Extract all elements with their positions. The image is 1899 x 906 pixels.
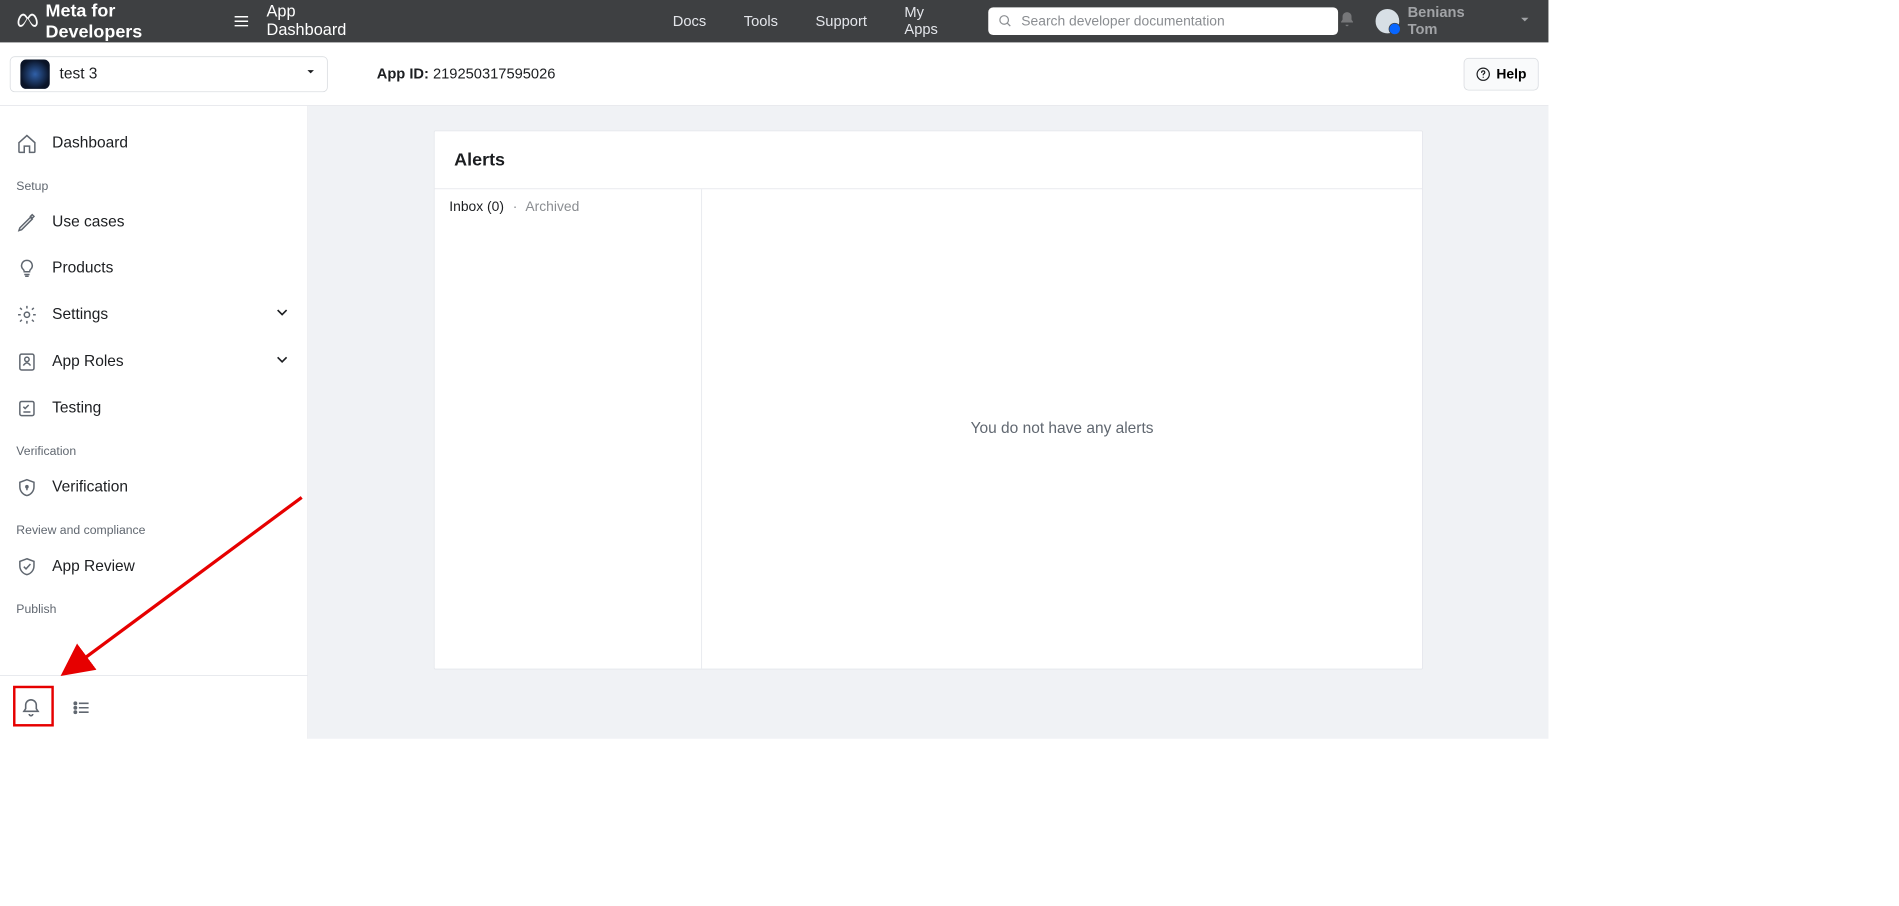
menu-icon bbox=[232, 12, 250, 30]
nav-tools[interactable]: Tools bbox=[744, 13, 778, 30]
sidebar-item-approles[interactable]: App Roles bbox=[0, 338, 307, 385]
checklist-icon bbox=[16, 398, 37, 419]
nav-support[interactable]: Support bbox=[816, 13, 867, 30]
sidebar-item-usecases[interactable]: Use cases bbox=[0, 200, 307, 246]
caret-down-icon bbox=[304, 65, 317, 78]
main-content: Alerts Inbox (0) · Archived You do not h… bbox=[308, 106, 1548, 739]
page-title: App Dashboard bbox=[267, 2, 380, 40]
topbar-right: Benians Tom bbox=[1338, 4, 1532, 38]
app-switcher[interactable]: test 3 bbox=[10, 56, 328, 92]
sidebar-item-appreview[interactable]: App Review bbox=[0, 544, 307, 590]
sidebar-item-label: Use cases bbox=[52, 214, 124, 232]
app-switcher-caret bbox=[304, 65, 317, 82]
search-input[interactable] bbox=[1021, 13, 1328, 29]
topbar-left: Meta for Developers App Dashboard bbox=[16, 0, 379, 42]
sidebar-item-testing[interactable]: Testing bbox=[0, 386, 307, 432]
expand-caret bbox=[273, 303, 291, 326]
brand-text: Meta for Developers bbox=[46, 0, 216, 42]
alerts-sidebar: Inbox (0) · Archived bbox=[435, 189, 702, 668]
sidebar-item-settings[interactable]: Settings bbox=[0, 291, 307, 338]
app-id-value: 219250317595026 bbox=[433, 65, 555, 81]
alerts-tabs: Inbox (0) · Archived bbox=[435, 189, 702, 225]
help-icon bbox=[1476, 66, 1491, 81]
meta-icon bbox=[16, 10, 39, 33]
chevron-down-icon bbox=[273, 303, 291, 321]
inbox-tab[interactable]: Inbox (0) bbox=[449, 199, 504, 214]
app-icon bbox=[20, 59, 49, 88]
sidebar-section-review: Review and compliance bbox=[0, 510, 307, 543]
app-subheader: test 3 App ID: 219250317595026 Help bbox=[0, 42, 1548, 106]
empty-state: You do not have any alerts bbox=[971, 420, 1154, 438]
chevron-down-icon bbox=[273, 351, 291, 369]
meta-logo[interactable]: Meta for Developers bbox=[16, 0, 216, 42]
avatar bbox=[1375, 9, 1399, 33]
separator: · bbox=[513, 199, 518, 214]
sidebar-item-label: Verification bbox=[52, 479, 128, 497]
shield-check-icon bbox=[16, 556, 37, 577]
sidebar-section-verification: Verification bbox=[0, 431, 307, 464]
notifications-button[interactable] bbox=[1338, 10, 1356, 32]
sidebar-section-setup: Setup bbox=[0, 166, 307, 199]
annotation-highlight bbox=[13, 686, 54, 727]
lightbulb-icon bbox=[16, 258, 37, 279]
sidebar-item-label: App Roles bbox=[52, 353, 123, 371]
main-layout: Dashboard Setup Use cases Products Setti… bbox=[0, 106, 1548, 739]
alerts-card: Alerts Inbox (0) · Archived You do not h… bbox=[434, 130, 1423, 669]
sidebar: Dashboard Setup Use cases Products Setti… bbox=[0, 106, 308, 739]
sidebar-item-label: Dashboard bbox=[52, 135, 128, 153]
help-label: Help bbox=[1496, 66, 1526, 82]
alerts-detail: You do not have any alerts bbox=[702, 189, 1422, 668]
chevron-down-icon bbox=[1517, 12, 1532, 27]
top-header: Meta for Developers App Dashboard Docs T… bbox=[0, 0, 1548, 42]
nav-docs[interactable]: Docs bbox=[673, 13, 706, 30]
app-name: test 3 bbox=[60, 65, 295, 83]
sidebar-item-verification[interactable]: Verification bbox=[0, 465, 307, 511]
hamburger-menu[interactable] bbox=[232, 12, 250, 30]
archived-tab[interactable]: Archived bbox=[525, 199, 579, 214]
app-id-label: App ID: bbox=[377, 65, 429, 81]
user-caret[interactable] bbox=[1517, 12, 1532, 31]
sidebar-item-label: Settings bbox=[52, 306, 108, 324]
nav-myapps[interactable]: My Apps bbox=[904, 4, 959, 38]
badge-icon bbox=[16, 351, 37, 372]
top-nav: Docs Tools Support My Apps bbox=[673, 4, 960, 38]
shield-key-icon bbox=[16, 477, 37, 498]
sidebar-item-dashboard[interactable]: Dashboard bbox=[0, 121, 307, 167]
search-box[interactable] bbox=[989, 7, 1338, 35]
alerts-title: Alerts bbox=[435, 131, 1422, 189]
search-icon bbox=[998, 14, 1013, 29]
home-icon bbox=[16, 133, 37, 154]
app-id: App ID: 219250317595026 bbox=[377, 65, 556, 82]
help-button[interactable]: Help bbox=[1464, 57, 1539, 90]
sidebar-nav: Dashboard Setup Use cases Products Setti… bbox=[0, 106, 307, 675]
user-menu[interactable]: Benians Tom bbox=[1375, 4, 1498, 38]
pencil-icon bbox=[16, 212, 37, 233]
sidebar-item-products[interactable]: Products bbox=[0, 245, 307, 291]
sidebar-item-label: Testing bbox=[52, 400, 101, 418]
alerts-body: Inbox (0) · Archived You do not have any… bbox=[435, 189, 1422, 668]
sidebar-item-label: App Review bbox=[52, 558, 135, 576]
sidebar-section-publish: Publish bbox=[0, 590, 307, 623]
list-icon bbox=[71, 697, 92, 718]
user-name: Benians Tom bbox=[1408, 4, 1498, 38]
gear-icon bbox=[16, 304, 37, 325]
bell-icon bbox=[1338, 10, 1356, 28]
activity-log-button[interactable] bbox=[64, 689, 100, 725]
sidebar-item-label: Products bbox=[52, 259, 113, 277]
expand-caret bbox=[273, 351, 291, 374]
